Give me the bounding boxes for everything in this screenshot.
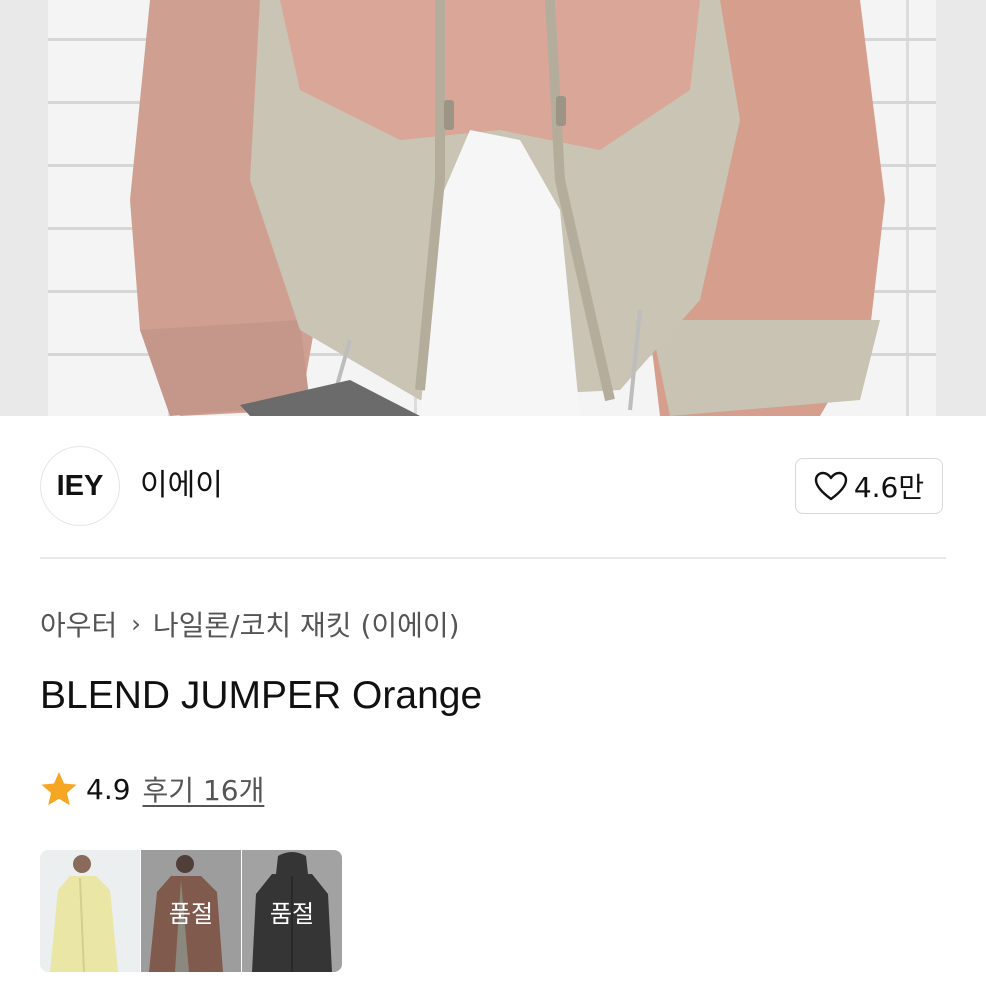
option-thumbnail-charcoal[interactable]: 품절 xyxy=(242,850,342,972)
review-count-link[interactable]: 후기 16개 xyxy=(143,769,265,809)
heart-outline-icon xyxy=(814,471,848,501)
product-hero-image[interactable] xyxy=(0,0,986,416)
breadcrumb-subcategory[interactable]: 나일론/코치 재킷 (이에이) xyxy=(153,604,460,644)
like-button[interactable]: 4.6만 xyxy=(795,458,943,514)
brand-row: IEY 이에이 4.6만 xyxy=(40,446,946,526)
breadcrumb: 아우터 › 나일론/코치 재킷 (이에이) xyxy=(40,604,460,644)
product-title: BLEND JUMPER Orange xyxy=(40,674,483,717)
divider xyxy=(40,557,946,559)
color-options: 품절 품절 xyxy=(40,850,342,972)
brand-name[interactable]: 이에이 xyxy=(140,466,223,506)
soldout-label: 품절 xyxy=(269,900,315,928)
like-count: 4.6만 xyxy=(853,471,925,504)
star-icon xyxy=(41,772,77,806)
option-thumbnail-orange[interactable]: 품절 xyxy=(141,850,241,972)
brand-logo[interactable]: IEY xyxy=(40,446,120,526)
breadcrumb-category[interactable]: 아우터 xyxy=(40,604,117,644)
rating-row: 4.9 후기 16개 xyxy=(40,768,264,810)
yellow-jacket-thumbnail xyxy=(40,850,140,972)
option-thumbnail-yellow[interactable] xyxy=(40,850,140,972)
chevron-right-icon: › xyxy=(131,610,141,638)
soldout-label: 품절 xyxy=(168,900,214,928)
rating-score: 4.9 xyxy=(86,772,131,806)
jacket-illustration xyxy=(130,0,885,416)
